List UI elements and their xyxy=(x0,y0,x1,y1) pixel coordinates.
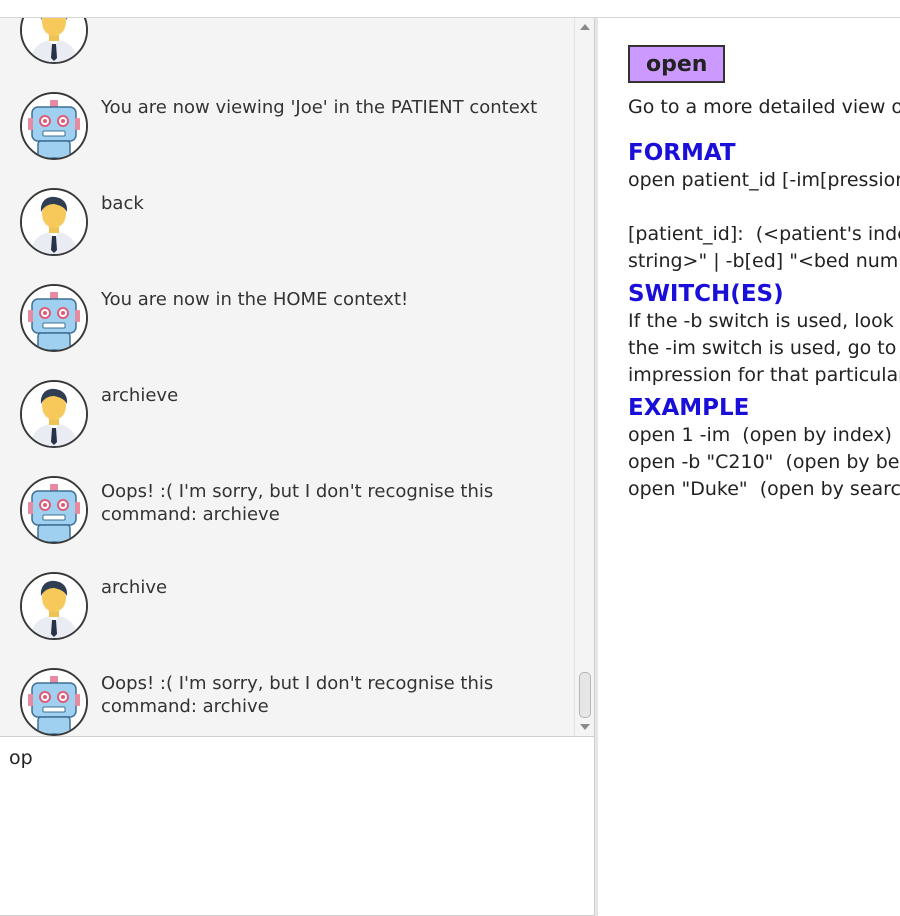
message-text: archieve xyxy=(101,385,179,406)
user-message: archive xyxy=(0,560,574,656)
message-text: back xyxy=(101,193,144,214)
message-text: Oops! :( I'm sorry, but I don't recognis… xyxy=(101,673,494,717)
bot-message: Oops! :( I'm sorry, but I don't recognis… xyxy=(0,656,574,736)
bot-message: You are now viewing 'Joe' in the PATIENT… xyxy=(0,80,574,176)
scroll-up-arrow-icon[interactable] xyxy=(580,24,590,30)
patient-id-line-1: [patient_id]: (<patient's index xyxy=(628,223,900,245)
command-input-box[interactable]: op xyxy=(0,736,594,916)
switch-line-1: If the -b switch is used, look u xyxy=(628,310,900,332)
example-line-2: open -b "C210" (open by bed xyxy=(628,451,900,473)
scroll-down-arrow-icon[interactable] xyxy=(580,724,590,730)
chat-message-list: You are now viewing 'Joe' in the PATIENT… xyxy=(0,18,574,736)
user-message: back xyxy=(0,176,574,272)
command-title: open xyxy=(628,45,726,83)
message-text: You are now in the HOME context! xyxy=(101,289,409,310)
user-message xyxy=(0,18,574,80)
example-line-1: open 1 -im (open by index) xyxy=(628,424,892,446)
help-panel: open Go to a more detailed view of FORMA… xyxy=(598,18,900,916)
example-line-3: open "Duke" (open by search xyxy=(628,478,900,500)
message-text: archive xyxy=(101,577,168,598)
chat-history-panel[interactable]: You are now viewing 'Joe' in the PATIENT… xyxy=(0,18,574,736)
switch-line-2: the -im switch is used, go to t xyxy=(628,337,900,359)
user-avatar-icon xyxy=(20,572,88,640)
bot-message: You are now in the HOME context! xyxy=(0,272,574,368)
switches-heading: SWITCH(ES) xyxy=(628,281,784,307)
message-text: You are now viewing 'Joe' in the PATIENT… xyxy=(101,97,538,118)
format-heading: FORMAT xyxy=(628,140,736,166)
help-content: Go to a more detailed view of FORMAT ope… xyxy=(628,94,900,503)
command-description: Go to a more detailed view of xyxy=(628,96,900,118)
robot-avatar-icon xyxy=(20,284,88,352)
switch-line-3: impression for that particular xyxy=(628,364,900,386)
top-strip xyxy=(0,0,900,18)
user-avatar-icon xyxy=(20,188,88,256)
command-input-value[interactable]: op xyxy=(9,747,33,769)
example-heading: EXAMPLE xyxy=(628,395,750,421)
robot-avatar-icon xyxy=(20,92,88,160)
message-text: Oops! :( I'm sorry, but I don't recognis… xyxy=(101,481,494,525)
robot-avatar-icon xyxy=(20,476,88,544)
user-avatar-icon xyxy=(20,380,88,448)
patient-id-line-2: string>" | -b[ed] "<bed numb xyxy=(628,250,900,272)
scroll-thumb[interactable] xyxy=(579,672,591,718)
user-message: archieve xyxy=(0,368,574,464)
format-line: open patient_id [-im[pression xyxy=(628,169,900,191)
robot-avatar-icon xyxy=(20,668,88,736)
user-avatar-icon xyxy=(20,18,88,64)
bot-message: Oops! :( I'm sorry, but I don't recognis… xyxy=(0,464,574,560)
chat-scrollbar[interactable] xyxy=(574,18,595,736)
